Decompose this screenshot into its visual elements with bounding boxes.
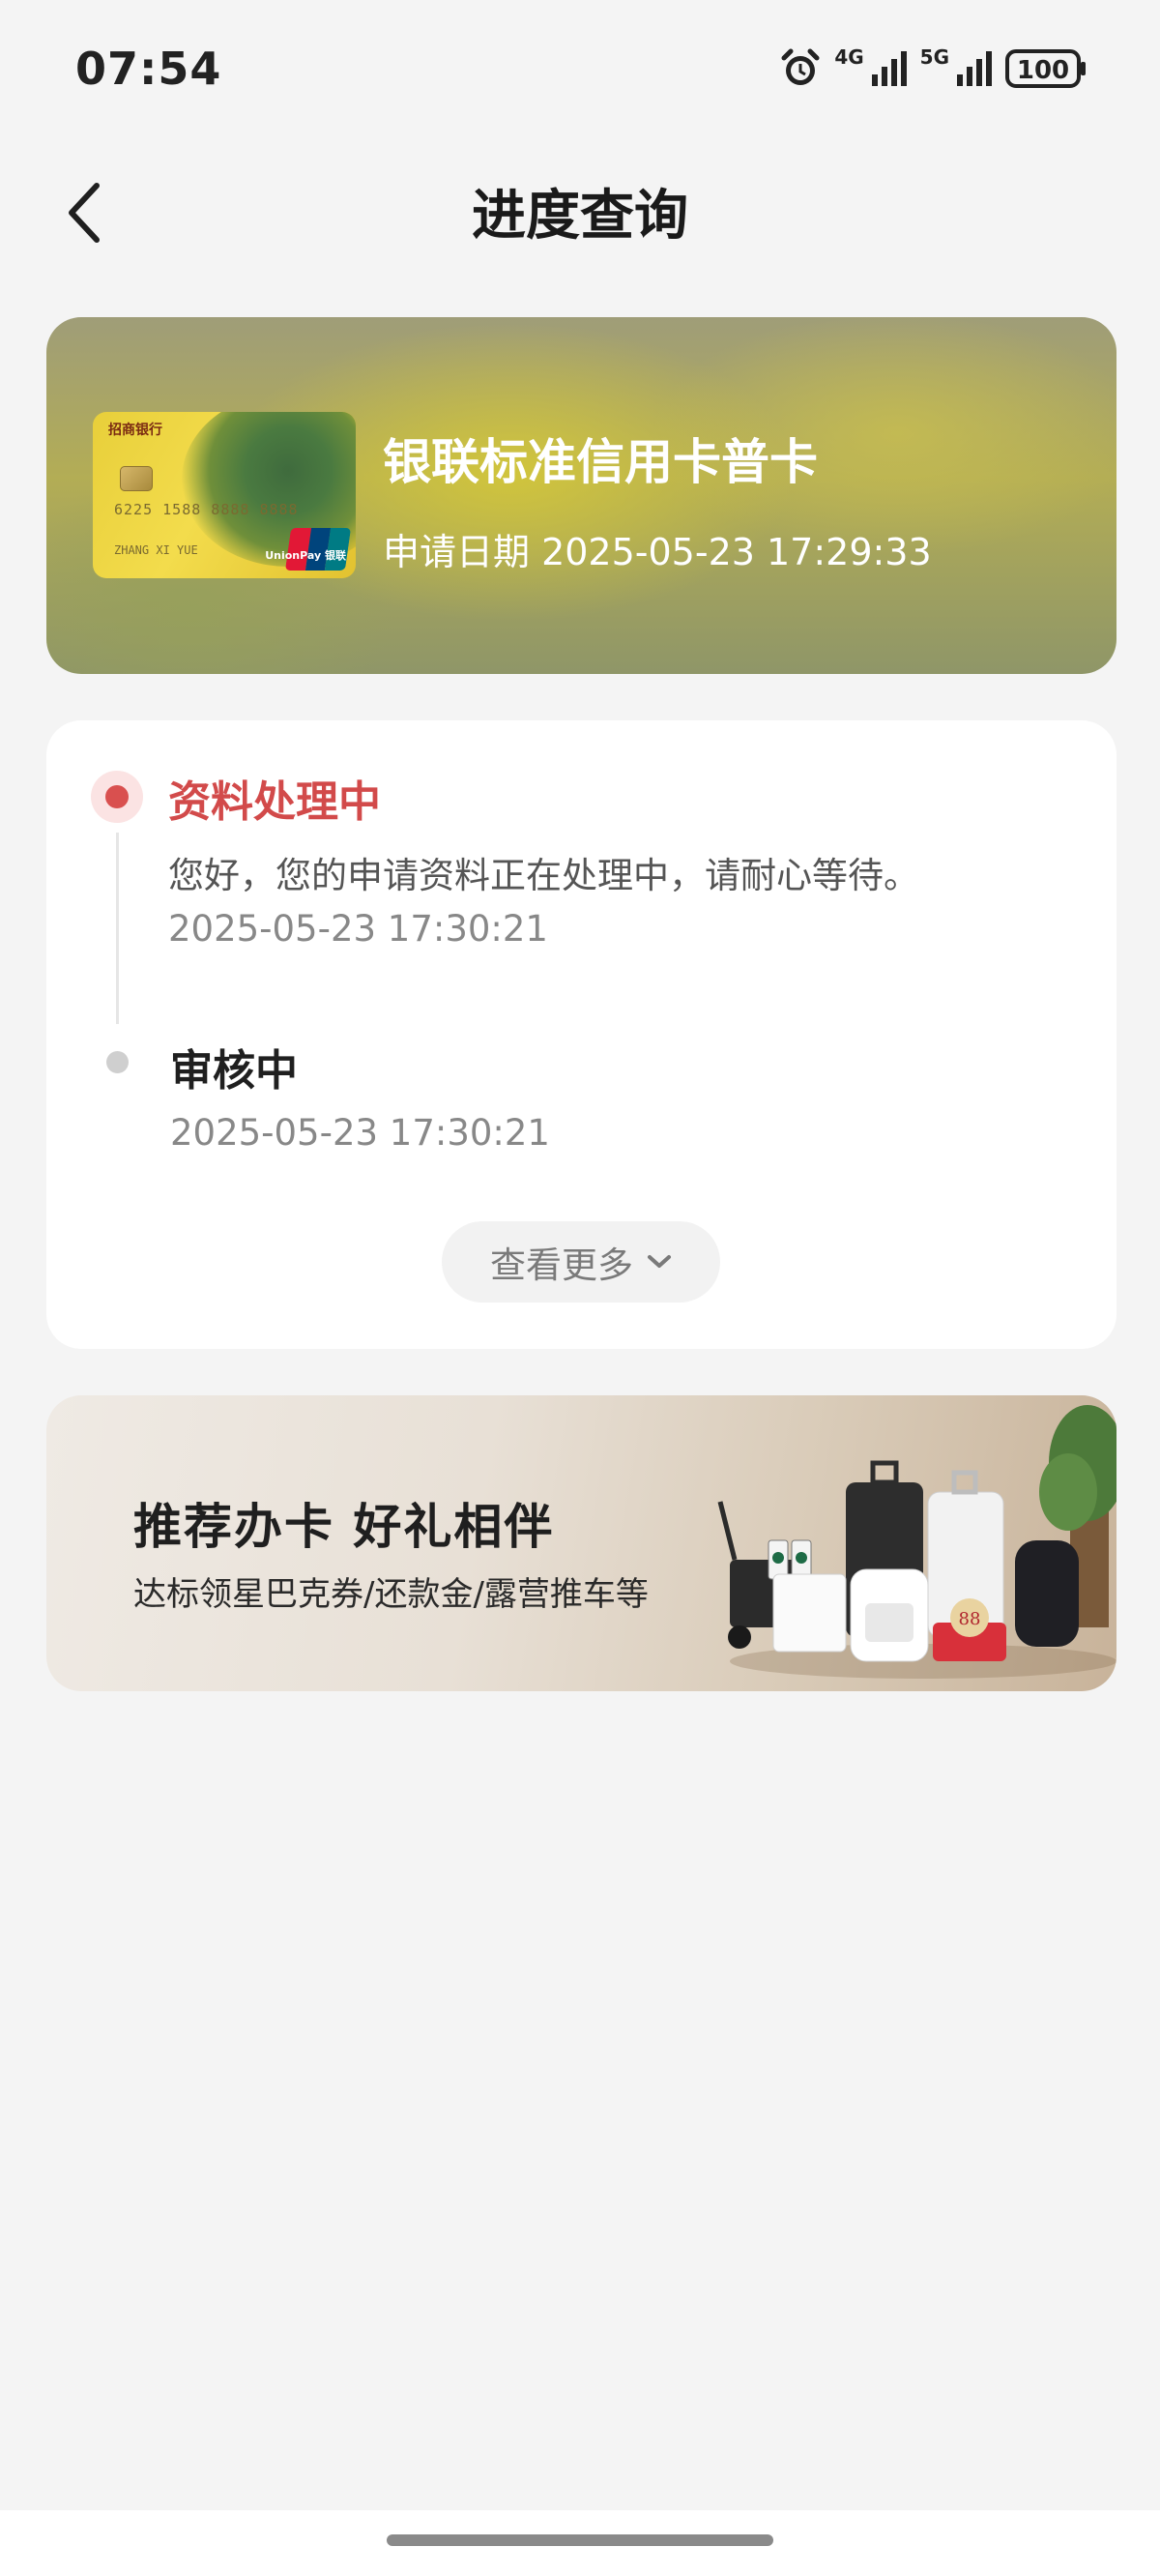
- home-indicator[interactable]: [387, 2534, 773, 2546]
- timeline-line: [116, 833, 119, 1024]
- status-time: 07:54: [75, 43, 222, 95]
- signal-icon: [957, 51, 992, 86]
- credit-card-image: 招商银行 6225 1588 8888 8888 ZHANG XI YUE Un…: [93, 412, 356, 578]
- view-more-button[interactable]: 查看更多: [442, 1221, 720, 1303]
- card-banner[interactable]: 招商银行 6225 1588 8888 8888 ZHANG XI YUE Un…: [46, 317, 1116, 674]
- gift-products-image: 88: [717, 1405, 1116, 1679]
- step-timestamp: 2025-05-23 17:30:21: [168, 908, 548, 950]
- status-bar: 07:54 4G 5G 100: [0, 0, 1160, 145]
- battery-icon: 100: [1005, 49, 1086, 88]
- svg-text:88: 88: [959, 1609, 981, 1629]
- alarm-icon: [781, 48, 820, 85]
- step-title-processing: 资料处理中: [168, 777, 381, 827]
- step-description: 您好，您的申请资料正在处理中，请耐心等待。: [168, 855, 919, 896]
- page-title: 进度查询: [472, 185, 688, 248]
- promo-title: 推荐办卡 好礼相伴: [133, 1498, 555, 1555]
- promo-banner[interactable]: 推荐办卡 好礼相伴 达标领星巴克券/还款金/露营推车等 88: [46, 1395, 1116, 1691]
- step-title-review: 审核中: [170, 1046, 298, 1096]
- step-inactive-dot-icon: [106, 1051, 129, 1073]
- unionpay-logo-text: UnionPay 银联: [265, 549, 346, 562]
- progress-timeline: 资料处理中 您好，您的申请资料正在处理中，请耐心等待。 2025-05-23 1…: [46, 720, 1116, 1349]
- card-apply-date: 申请日期 2025-05-23 17:29:33: [383, 531, 932, 573]
- card-chip-icon: [120, 466, 153, 491]
- network-label-5g: 5G: [919, 45, 949, 69]
- view-more-label: 查看更多: [490, 1244, 633, 1286]
- card-product-name: 银联标准信用卡普卡: [383, 434, 818, 490]
- step-timestamp: 2025-05-23 17:30:21: [170, 1112, 550, 1154]
- step-active-dot-icon: [91, 771, 143, 823]
- svg-text:100: 100: [1017, 56, 1069, 85]
- chevron-down-icon: [648, 1255, 671, 1268]
- network-label-4g: 4G: [834, 45, 864, 69]
- card-number: 6225 1588 8888 8888: [114, 501, 299, 518]
- card-bank-logo: 招商银行: [108, 423, 162, 438]
- promo-subtitle: 达标领星巴克券/还款金/露营推车等: [133, 1575, 649, 1614]
- card-holder: ZHANG XI YUE: [114, 543, 198, 557]
- status-icons: 4G 5G 100: [778, 44, 1087, 93]
- signal-icon: [871, 51, 907, 86]
